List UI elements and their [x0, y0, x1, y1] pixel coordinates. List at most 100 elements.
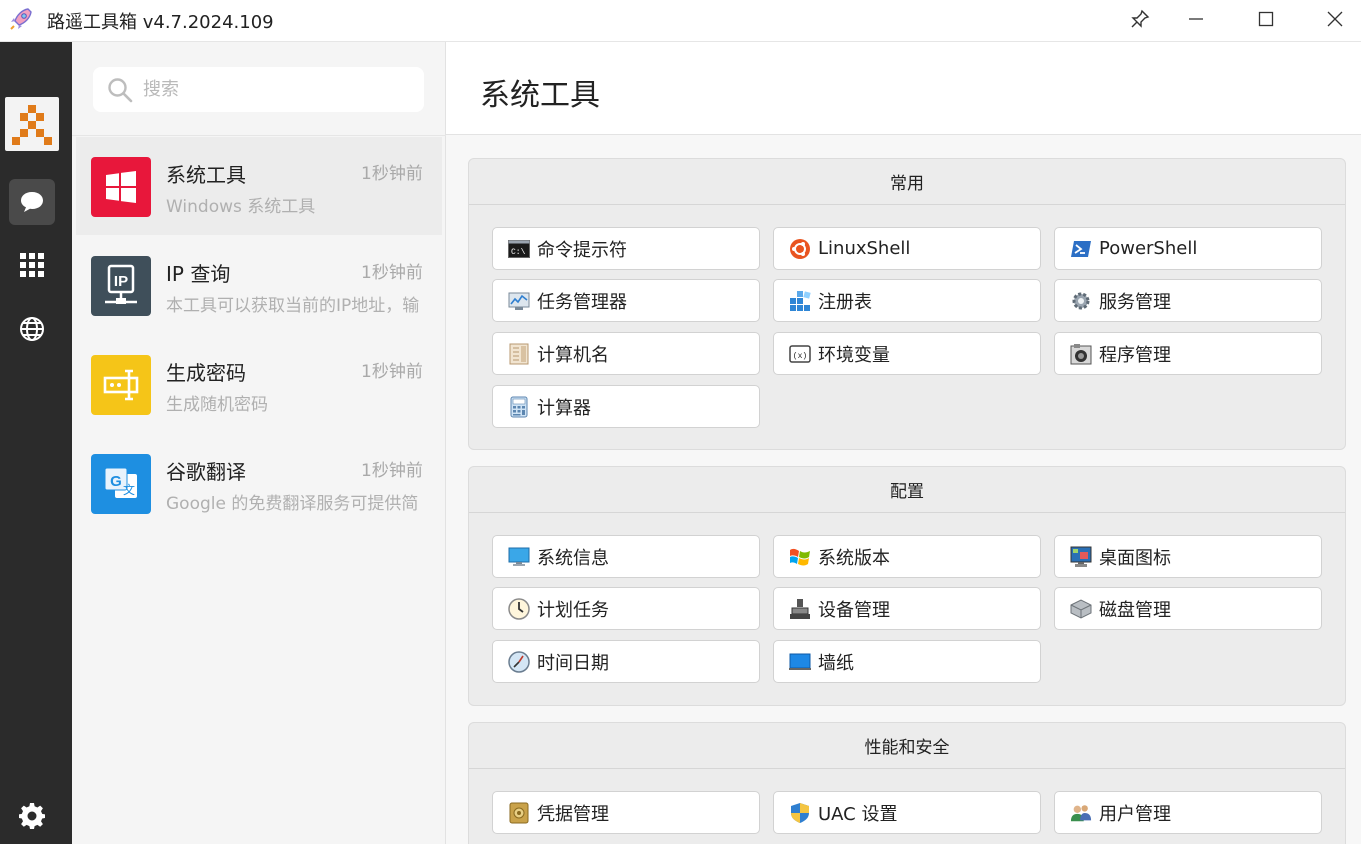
- uac-shield-icon: [789, 802, 811, 824]
- group-performance-security: 性能和安全 凭据管理 UAC 设置 用户管理: [468, 722, 1346, 844]
- chat-icon: [21, 192, 43, 212]
- button-label: 服务管理: [1099, 291, 1171, 313]
- search-input[interactable]: [143, 79, 403, 100]
- gear-icon: [19, 803, 45, 829]
- button-label: 计算器: [537, 397, 591, 419]
- monitor-icon: [508, 546, 530, 568]
- services-button[interactable]: 服务管理: [1054, 279, 1322, 322]
- logo-icon: [12, 105, 52, 145]
- grid-icon: [20, 253, 44, 277]
- windows-flag-icon: [789, 546, 811, 568]
- date-time-button[interactable]: 时间日期: [492, 640, 760, 683]
- search-box[interactable]: [93, 67, 424, 112]
- minimize-button[interactable]: [1166, 0, 1226, 38]
- rocket-icon: [10, 8, 32, 30]
- button-label: 墙纸: [818, 652, 854, 674]
- list-item-desc: Google 的免费翻译服务可提供简: [166, 494, 419, 514]
- list-item-time: 1秒钟前: [361, 461, 423, 481]
- button-label: 系统信息: [537, 547, 609, 569]
- list-item-title: IP 查询: [166, 262, 231, 286]
- credential-manager-button[interactable]: 凭据管理: [492, 791, 760, 834]
- computer-name-button[interactable]: 计算机名: [492, 332, 760, 375]
- button-label: 磁盘管理: [1099, 599, 1171, 621]
- calculator-icon: [508, 396, 530, 418]
- rail-apps-button[interactable]: [9, 242, 55, 288]
- list-item-title: 生成密码: [166, 361, 246, 385]
- group-common: 常用 C:\ 命令提示符 LinuxShell PowerShell 任务管理器…: [468, 158, 1346, 450]
- users-icon: [1070, 802, 1092, 824]
- list-item-desc: 本工具可以获取当前的IP地址，输: [166, 296, 420, 316]
- list-item-password-generator[interactable]: 生成密码 1秒钟前 生成随机密码: [76, 335, 442, 433]
- title-bar: 路遥工具箱 v4.7.2024.109: [0, 0, 1361, 42]
- button-label: 任务管理器: [537, 291, 627, 313]
- page-title: 系统工具: [480, 78, 600, 113]
- button-label: PowerShell: [1099, 238, 1198, 259]
- task-manager-button[interactable]: 任务管理器: [492, 279, 760, 322]
- env-variable-button[interactable]: (x) 环境变量: [773, 332, 1041, 375]
- computer-name-icon: [508, 343, 530, 365]
- button-label: 用户管理: [1099, 803, 1171, 825]
- svg-text:C:\: C:\: [511, 248, 526, 257]
- wallpaper-icon: [789, 651, 811, 673]
- list-item-google-translate[interactable]: G文 谷歌翻译 1秒钟前 Google 的免费翻译服务可提供简: [76, 434, 442, 532]
- svg-text:文: 文: [123, 482, 135, 497]
- program-manager-button[interactable]: 程序管理: [1054, 332, 1322, 375]
- desktop-icons-button[interactable]: 桌面图标: [1054, 535, 1322, 578]
- maximize-button[interactable]: [1236, 0, 1296, 38]
- ubuntu-icon: [789, 238, 811, 260]
- maximize-icon: [1258, 11, 1274, 27]
- wallpaper-button[interactable]: 墙纸: [773, 640, 1041, 683]
- device-manager-button[interactable]: 设备管理: [773, 587, 1041, 630]
- close-button[interactable]: [1305, 0, 1361, 38]
- cmd-button[interactable]: C:\ 命令提示符: [492, 227, 760, 270]
- main-pane: 系统工具 常用 C:\ 命令提示符 LinuxShell PowerShell …: [446, 42, 1361, 844]
- button-label: 计算机名: [537, 344, 609, 366]
- pin-button[interactable]: [1110, 0, 1170, 38]
- rail-web-button[interactable]: [9, 306, 55, 352]
- translate-icon: G文: [91, 454, 151, 514]
- svg-text:(x): (x): [793, 352, 807, 361]
- device-manager-icon: [789, 598, 811, 620]
- registry-button[interactable]: 注册表: [773, 279, 1041, 322]
- list-item-desc: Windows 系统工具: [166, 197, 316, 217]
- button-label: 设备管理: [818, 599, 890, 621]
- powershell-button[interactable]: PowerShell: [1054, 227, 1322, 270]
- list-item-time: 1秒钟前: [361, 263, 423, 283]
- list-item-desc: 生成随机密码: [166, 395, 268, 415]
- powershell-icon: [1070, 238, 1092, 260]
- button-label: 桌面图标: [1099, 547, 1171, 569]
- close-icon: [1327, 11, 1343, 27]
- services-gear-icon: [1070, 290, 1092, 312]
- calculator-button[interactable]: 计算器: [492, 385, 760, 428]
- list-item-system-tools[interactable]: 系统工具 1秒钟前 Windows 系统工具: [76, 137, 442, 235]
- divider: [72, 135, 446, 136]
- user-management-button[interactable]: 用户管理: [1054, 791, 1322, 834]
- list-item-time: 1秒钟前: [361, 362, 423, 382]
- button-label: 系统版本: [818, 547, 890, 569]
- svg-text:G: G: [110, 473, 122, 490]
- task-manager-icon: [508, 290, 530, 312]
- cmd-icon: C:\: [508, 238, 530, 260]
- scheduled-task-button[interactable]: 计划任务: [492, 587, 760, 630]
- list-item-title: 系统工具: [166, 163, 246, 187]
- uac-settings-button[interactable]: UAC 设置: [773, 791, 1041, 834]
- system-version-button[interactable]: 系统版本: [773, 535, 1041, 578]
- linuxshell-button[interactable]: LinuxShell: [773, 227, 1041, 270]
- list-item-ip-lookup[interactable]: IP IP 查询 1秒钟前 本工具可以获取当前的IP地址，输: [76, 236, 442, 334]
- disk-management-button[interactable]: 磁盘管理: [1054, 587, 1322, 630]
- credential-icon: [508, 802, 530, 824]
- group-title: 常用: [469, 159, 1345, 205]
- globe-icon: [20, 317, 44, 341]
- env-variable-icon: (x): [789, 343, 811, 365]
- search-icon: [108, 77, 133, 102]
- app-logo[interactable]: [5, 97, 59, 151]
- clock-icon: [508, 597, 530, 620]
- disk-icon: [1070, 598, 1092, 620]
- system-info-button[interactable]: 系统信息: [492, 535, 760, 578]
- rail-chat-button[interactable]: [9, 179, 55, 225]
- button-label: 计划任务: [537, 599, 609, 621]
- rail-settings-button[interactable]: [9, 793, 55, 839]
- group-title: 性能和安全: [469, 723, 1345, 769]
- button-label: 时间日期: [537, 652, 609, 674]
- button-label: 命令提示符: [537, 239, 627, 261]
